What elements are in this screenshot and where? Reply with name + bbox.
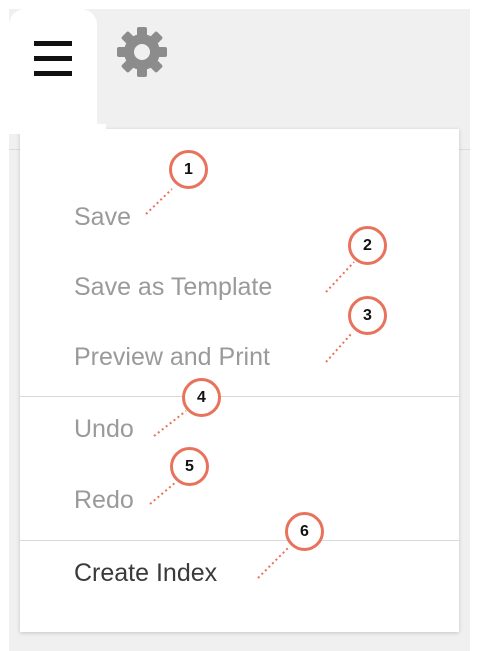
callout-badge: 3: [348, 296, 387, 335]
menu-tab-join: [18, 124, 106, 134]
callout-badge: 6: [285, 512, 324, 551]
callout-badge: 5: [170, 447, 209, 486]
callout-badge: 1: [169, 150, 208, 189]
menu-divider: [20, 396, 459, 397]
menu-item-preview-and-print[interactable]: Preview and Print: [74, 342, 270, 372]
menu-item-save-as-template[interactable]: Save as Template: [74, 272, 272, 302]
menu-tab[interactable]: [9, 9, 97, 134]
menu-item-create-index[interactable]: Create Index: [74, 558, 217, 588]
menu-item-undo[interactable]: Undo: [74, 414, 134, 444]
callout-badge: 2: [348, 226, 387, 265]
menu-divider: [20, 540, 459, 541]
hamburger-icon[interactable]: [34, 39, 72, 79]
menu-item-save[interactable]: Save: [74, 202, 131, 232]
menu-item-redo[interactable]: Redo: [74, 485, 134, 515]
callout-badge: 4: [182, 378, 221, 417]
gear-icon[interactable]: [113, 23, 171, 81]
